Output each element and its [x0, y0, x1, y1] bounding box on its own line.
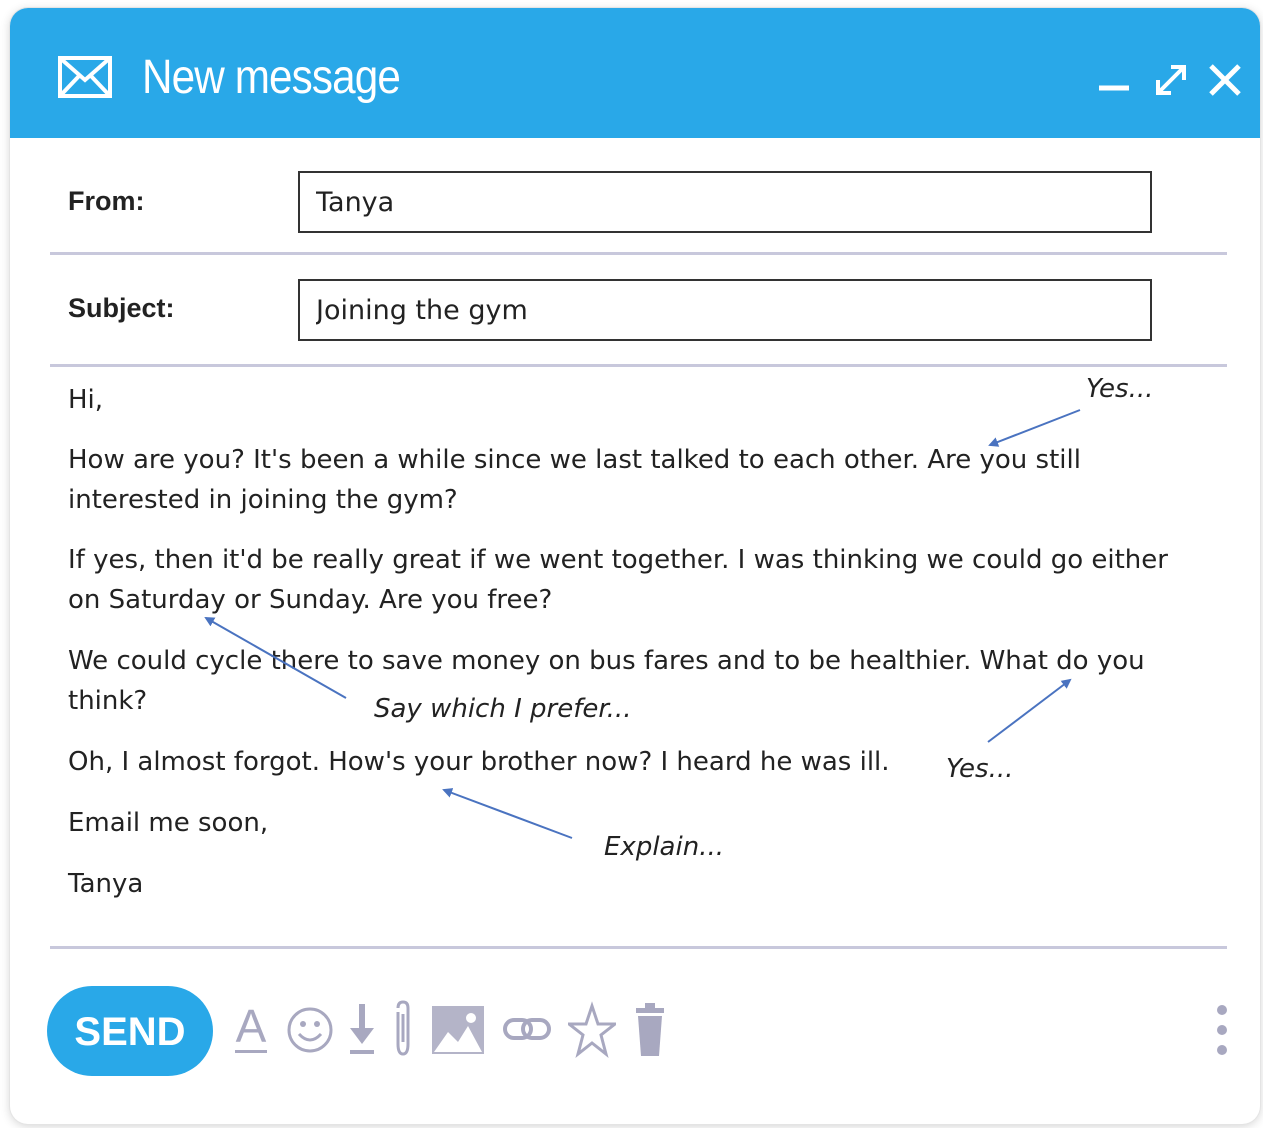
- title-bar: New message: [10, 8, 1260, 138]
- message-line: on Saturday or Sunday. Are you free?: [68, 585, 553, 615]
- annotation-arrow: [987, 678, 1072, 743]
- annotation-note: Say which I prefer...: [374, 694, 632, 724]
- message-line: How are you? It's been a while since we …: [68, 445, 1081, 475]
- text-format-icon[interactable]: A: [234, 998, 268, 1062]
- minimize-icon[interactable]: [1096, 62, 1132, 98]
- svg-text:A: A: [236, 1000, 267, 1052]
- annotation-arrow: [442, 788, 573, 839]
- link-icon[interactable]: [502, 998, 552, 1062]
- trash-icon[interactable]: [634, 998, 666, 1062]
- image-icon[interactable]: [430, 998, 486, 1062]
- annotation-note: Explain...: [604, 832, 724, 862]
- envelope-icon: [58, 56, 112, 98]
- attachment-icon[interactable]: [390, 998, 416, 1062]
- more-vertical-icon[interactable]: [1210, 998, 1234, 1062]
- maximize-icon[interactable]: [1153, 62, 1189, 98]
- divider: [50, 946, 1227, 949]
- download-icon[interactable]: [348, 998, 376, 1062]
- message-line: Email me soon,: [68, 808, 269, 838]
- message-line: Oh, I almost forgot. How's your brother …: [68, 747, 890, 777]
- subject-field[interactable]: [298, 279, 1152, 341]
- annotation-note: Yes...: [946, 754, 1014, 784]
- send-button[interactable]: SEND: [47, 986, 213, 1076]
- message-line: interested in joining the gym?: [68, 485, 458, 515]
- subject-label: Subject:: [68, 293, 175, 323]
- annotation-note: Yes...: [1086, 374, 1154, 404]
- message-line: Hi,: [68, 385, 104, 415]
- window-title: New message: [142, 51, 401, 104]
- message-line: We could cycle there to save money on bu…: [68, 646, 1145, 676]
- divider: [50, 252, 1227, 255]
- divider: [50, 364, 1227, 367]
- message-line: Tanya: [68, 869, 144, 899]
- star-icon[interactable]: [568, 998, 616, 1062]
- emoji-icon[interactable]: [286, 998, 334, 1062]
- compose-window: New message From: Subject: Hi, How are y…: [10, 8, 1260, 1124]
- from-label: From:: [68, 186, 145, 216]
- message-line: If yes, then it'd be really great if we …: [68, 545, 1168, 575]
- from-field[interactable]: [298, 171, 1152, 233]
- close-icon[interactable]: [1207, 62, 1243, 98]
- message-line: think?: [68, 686, 148, 716]
